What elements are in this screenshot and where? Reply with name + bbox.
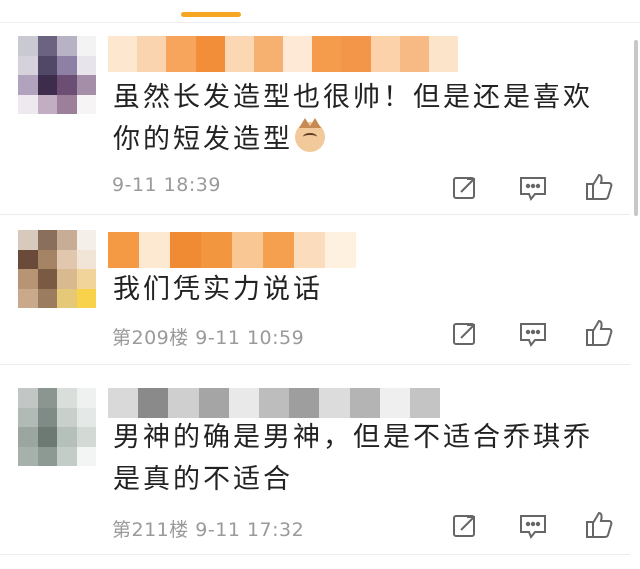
- like-icon: [586, 319, 613, 346]
- comment-meta: 第209楼 9-11 10:59: [112, 327, 305, 349]
- avatar[interactable]: [18, 230, 96, 308]
- like-icon: [586, 511, 613, 538]
- tab-active-indicator: [181, 12, 241, 17]
- comment-text: 我们凭实力说话: [113, 274, 323, 305]
- comment-item: 男神的确是男神，但是不适合乔琪乔 是真的不适合 第211楼 9-11 17:32: [0, 366, 640, 556]
- avatar[interactable]: [18, 388, 96, 466]
- share-button[interactable]: [451, 512, 481, 540]
- like-button[interactable]: [584, 172, 614, 200]
- comment-text: 虽然长发造型也很帅！但是还是喜欢: [113, 82, 593, 113]
- username-pixelated[interactable]: [108, 36, 459, 72]
- comment-text: 是真的不适合: [113, 464, 293, 495]
- reply-icon: [520, 515, 546, 539]
- reply-icon: [520, 177, 546, 201]
- share-button[interactable]: [451, 320, 481, 348]
- reply-button[interactable]: [518, 320, 548, 348]
- cat-emoji-icon: [295, 118, 325, 152]
- reply-button[interactable]: [518, 512, 548, 540]
- divider: [0, 554, 630, 555]
- share-icon: [453, 177, 475, 199]
- divider: [0, 364, 630, 365]
- reply-button[interactable]: [518, 174, 548, 202]
- like-icon: [586, 173, 613, 200]
- comment-item: 虽然长发造型也很帅！但是还是喜欢 你的短发造型 9-11 18:39: [0, 24, 640, 216]
- comment-meta: 9-11 18:39: [112, 174, 221, 196]
- username-pixelated[interactable]: [108, 232, 356, 268]
- username-pixelated[interactable]: [108, 388, 441, 418]
- reply-icon: [520, 323, 546, 347]
- avatar[interactable]: [18, 36, 96, 114]
- like-button[interactable]: [584, 318, 614, 346]
- divider: [0, 22, 640, 23]
- like-button[interactable]: [584, 510, 614, 538]
- share-icon: [453, 323, 475, 345]
- comment-text: 男神的确是男神，但是不适合乔琪乔: [113, 422, 593, 453]
- divider: [0, 214, 630, 215]
- share-button[interactable]: [451, 174, 481, 202]
- share-icon: [453, 515, 475, 537]
- comment-text: 你的短发造型: [113, 118, 325, 158]
- comment-meta: 第211楼 9-11 17:32: [112, 519, 305, 541]
- comment-text-line: 你的短发造型: [113, 124, 293, 155]
- comment-item: 我们凭实力说话 第209楼 9-11 10:59: [0, 216, 640, 366]
